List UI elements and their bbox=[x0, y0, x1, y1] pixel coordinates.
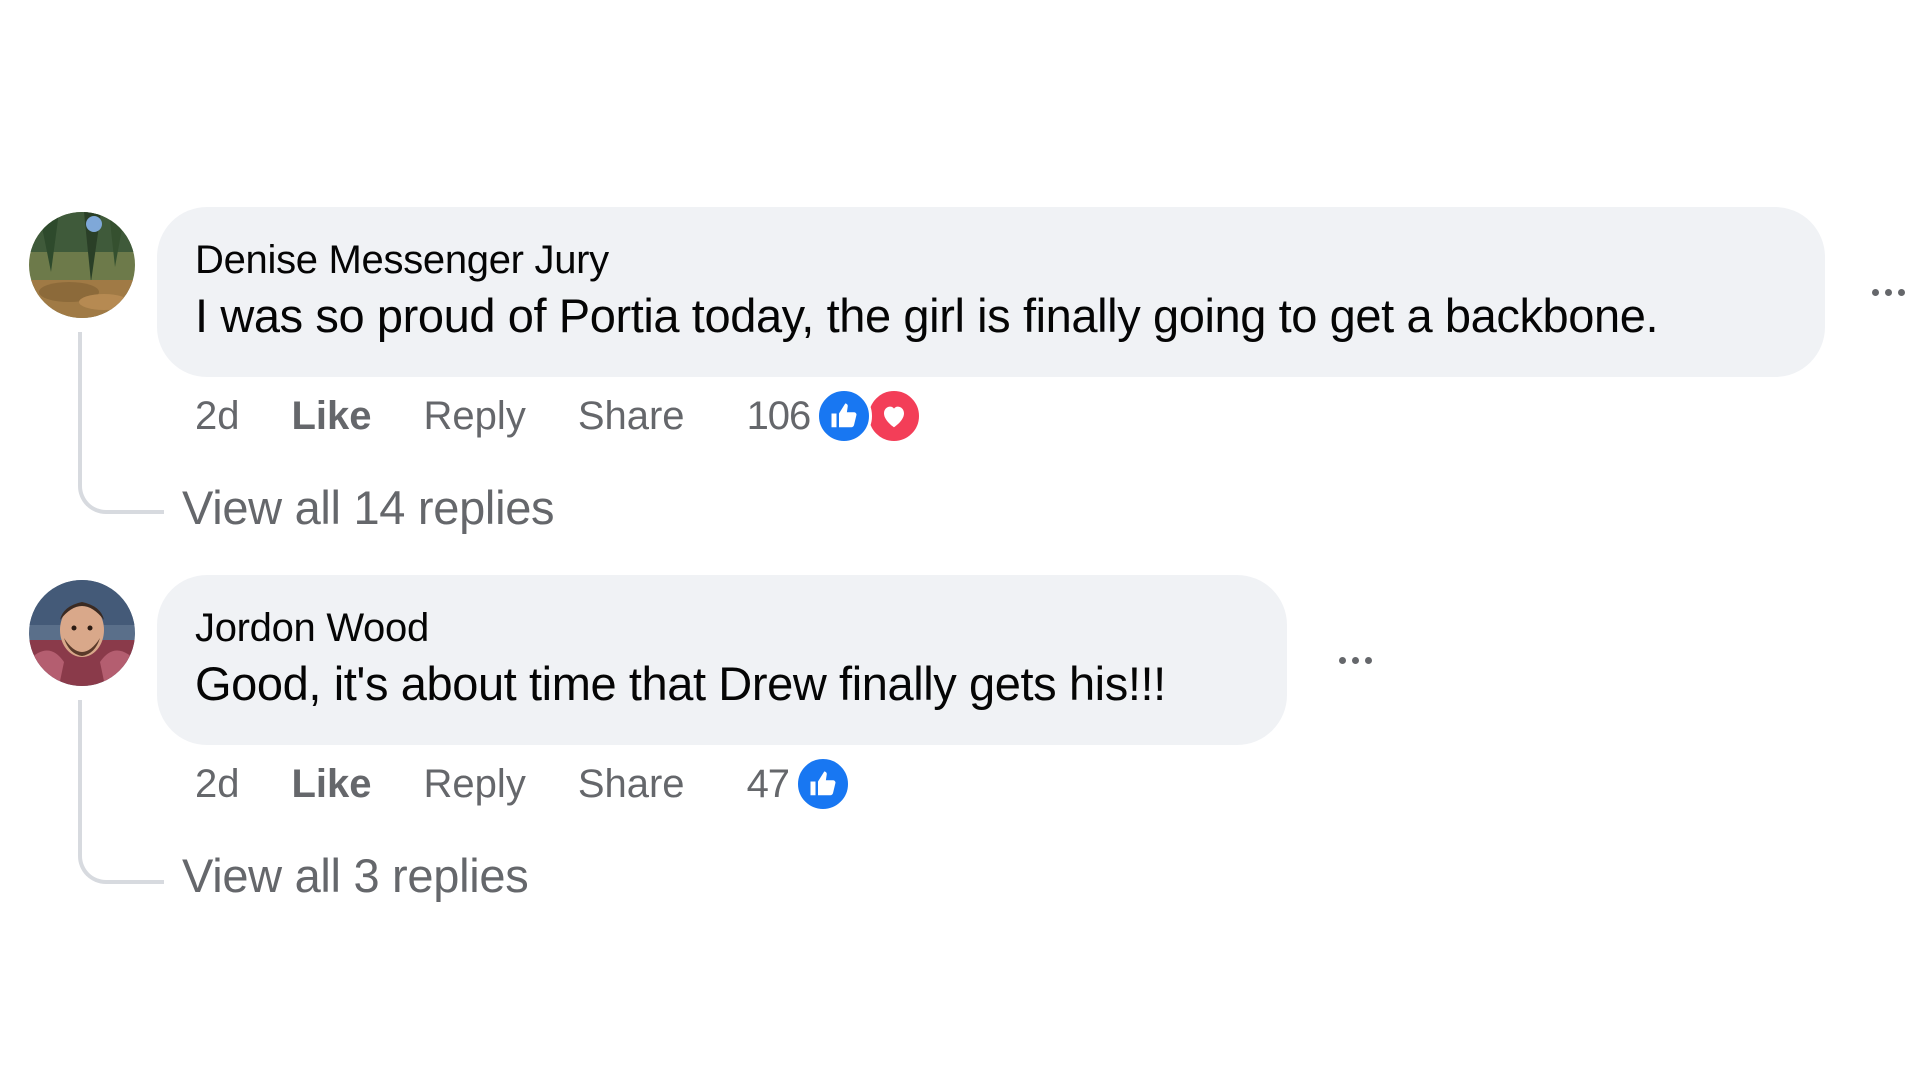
view-replies-link[interactable]: View all 14 replies bbox=[182, 478, 555, 538]
reaction-icons[interactable] bbox=[795, 756, 852, 812]
dot bbox=[1364, 656, 1372, 664]
timestamp[interactable]: 2d bbox=[195, 394, 240, 439]
more-options-button[interactable] bbox=[1325, 645, 1385, 675]
comment-bubble: Jordon Wood Good, it's about time that D… bbox=[157, 575, 1287, 745]
avatar[interactable] bbox=[29, 212, 135, 318]
reaction-count[interactable]: 106 bbox=[747, 394, 812, 439]
like-button[interactable]: Like bbox=[292, 394, 372, 439]
love-icon bbox=[866, 388, 923, 444]
comment-author[interactable]: Denise Messenger Jury bbox=[195, 235, 1787, 285]
reply-button[interactable]: Reply bbox=[424, 762, 526, 807]
reply-button[interactable]: Reply bbox=[424, 394, 526, 439]
like-button[interactable]: Like bbox=[292, 762, 372, 807]
like-icon bbox=[816, 388, 873, 444]
comment-bubble: Denise Messenger Jury I was so proud of … bbox=[157, 207, 1825, 377]
comment-author[interactable]: Jordon Wood bbox=[195, 603, 1249, 653]
timestamp[interactable]: 2d bbox=[195, 762, 240, 807]
avatar[interactable] bbox=[29, 580, 135, 686]
share-button[interactable]: Share bbox=[578, 394, 685, 439]
dot bbox=[1897, 288, 1905, 296]
comment-actions: 2d Like Reply Share 47 bbox=[195, 754, 852, 814]
reaction-count[interactable]: 47 bbox=[747, 762, 790, 807]
like-icon bbox=[795, 756, 852, 812]
comment-text: I was so proud of Portia today, the girl… bbox=[195, 289, 1659, 342]
thread-connector-line bbox=[78, 700, 164, 884]
share-button[interactable]: Share bbox=[578, 762, 685, 807]
more-options-button[interactable] bbox=[1858, 277, 1918, 307]
dot bbox=[1884, 288, 1892, 296]
comment-actions: 2d Like Reply Share 106 bbox=[195, 386, 923, 446]
thread-connector-line bbox=[78, 332, 164, 514]
view-replies-link[interactable]: View all 3 replies bbox=[182, 846, 529, 906]
comment-text: Good, it's about time that Drew finally … bbox=[195, 657, 1166, 710]
dot bbox=[1338, 656, 1346, 664]
reaction-icons[interactable] bbox=[816, 388, 923, 444]
dot bbox=[1351, 656, 1359, 664]
dot bbox=[1871, 288, 1879, 296]
